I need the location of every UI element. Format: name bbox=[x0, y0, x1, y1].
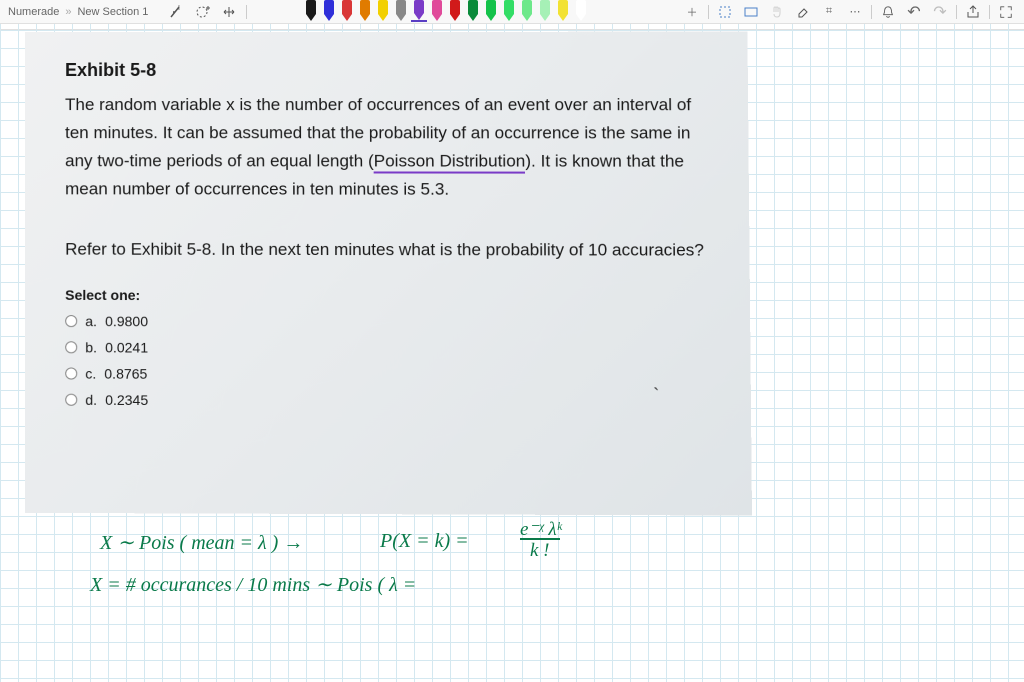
option-a[interactable]: a. 0.9800 bbox=[65, 313, 714, 331]
move-tool-icon[interactable] bbox=[220, 3, 238, 21]
fullscreen-icon[interactable] bbox=[996, 3, 1016, 21]
pen-color-1[interactable] bbox=[321, 0, 337, 22]
breadcrumb: Numerade » New Section 1 bbox=[8, 6, 148, 18]
pen-color-3[interactable] bbox=[357, 0, 373, 22]
eraser-icon[interactable] bbox=[793, 3, 813, 21]
toolbar-separator bbox=[871, 5, 872, 19]
pen-color-0[interactable] bbox=[303, 0, 319, 22]
handwriting-line1a: X ∼ Pois ( mean = λ ) → bbox=[100, 530, 303, 555]
option-value: 0.9800 bbox=[105, 313, 148, 329]
option-value: 0.0241 bbox=[105, 340, 148, 356]
poisson-link: Poisson Distribution bbox=[374, 151, 526, 173]
pen-color-11[interactable] bbox=[501, 0, 517, 22]
option-d[interactable]: d. 0.2345 bbox=[65, 392, 714, 410]
pen-color-7[interactable] bbox=[429, 0, 445, 22]
pen-color-6[interactable] bbox=[411, 0, 427, 22]
hand-icon[interactable] bbox=[767, 3, 787, 21]
tool-group-text: I bbox=[168, 3, 247, 21]
bell-icon[interactable] bbox=[878, 3, 898, 21]
tool-group-right: ＋ ⌗ ⋯ ↶ ↷ bbox=[682, 3, 1016, 21]
lasso-icon[interactable] bbox=[715, 3, 735, 21]
handwriting-frac-bot: k ! bbox=[520, 538, 560, 562]
radio-icon[interactable] bbox=[65, 315, 77, 327]
option-value: 0.2345 bbox=[105, 392, 148, 408]
toolbar-separator bbox=[708, 5, 709, 19]
handwriting-line1b: P(X = k) = bbox=[380, 530, 469, 553]
plus-icon[interactable]: ＋ bbox=[682, 3, 702, 21]
pen-color-12[interactable] bbox=[519, 0, 535, 22]
option-letter: c. bbox=[85, 366, 96, 382]
toolbar-separator bbox=[989, 5, 990, 19]
more-icon[interactable]: ⋯ bbox=[845, 3, 865, 21]
pen-color-5[interactable] bbox=[393, 0, 409, 22]
options-list: a. 0.9800 b. 0.0241 c. 0.8765 d. 0.2345 bbox=[65, 313, 714, 410]
select-icon[interactable] bbox=[741, 3, 761, 21]
undo-icon[interactable]: ↶ bbox=[904, 3, 924, 21]
exhibit-body: The random variable x is the number of o… bbox=[65, 91, 712, 204]
option-letter: b. bbox=[85, 340, 97, 356]
pen-palette bbox=[303, 0, 589, 22]
breadcrumb-root[interactable]: Numerade bbox=[8, 6, 59, 18]
question-screenshot: Exhibit 5-8 The random variable x is the… bbox=[25, 32, 752, 516]
select-one-label: Select one: bbox=[65, 287, 713, 304]
ruler-icon[interactable]: ⌗ bbox=[819, 3, 839, 21]
toolbar-separator bbox=[956, 5, 957, 19]
pen-color-2[interactable] bbox=[339, 0, 355, 22]
pen-color-15[interactable] bbox=[573, 0, 589, 22]
toolbar-separator bbox=[246, 5, 247, 19]
option-letter: a. bbox=[85, 313, 97, 329]
exhibit-title: Exhibit 5-8 bbox=[65, 60, 711, 81]
option-value: 0.8765 bbox=[104, 366, 147, 382]
stray-mark: ` bbox=[653, 385, 659, 406]
app-toolbar: Numerade » New Section 1 I ＋ ⌗ bbox=[0, 0, 1024, 24]
radio-icon[interactable] bbox=[65, 342, 77, 354]
handwriting-line2: X = # occurances / 10 mins ∼ Pois ( λ = bbox=[90, 572, 416, 597]
pen-color-14[interactable] bbox=[555, 0, 571, 22]
svg-text:I: I bbox=[178, 5, 180, 12]
add-shape-icon[interactable] bbox=[194, 3, 212, 21]
pen-color-13[interactable] bbox=[537, 0, 553, 22]
pen-color-9[interactable] bbox=[465, 0, 481, 22]
breadcrumb-section[interactable]: New Section 1 bbox=[77, 6, 148, 18]
text-tool-icon[interactable]: I bbox=[168, 3, 186, 21]
option-letter: d. bbox=[85, 392, 97, 408]
option-b[interactable]: b. 0.0241 bbox=[65, 340, 714, 358]
option-c[interactable]: c. 0.8765 bbox=[65, 366, 714, 384]
share-icon[interactable] bbox=[963, 3, 983, 21]
pen-color-4[interactable] bbox=[375, 0, 391, 22]
radio-icon[interactable] bbox=[65, 394, 77, 406]
pen-color-10[interactable] bbox=[483, 0, 499, 22]
breadcrumb-separator: » bbox=[65, 6, 71, 18]
redo-icon[interactable]: ↷ bbox=[930, 3, 950, 21]
pen-color-8[interactable] bbox=[447, 0, 463, 22]
question-prompt: Refer to Exhibit 5-8. In the next ten mi… bbox=[65, 236, 713, 264]
radio-icon[interactable] bbox=[65, 368, 77, 380]
